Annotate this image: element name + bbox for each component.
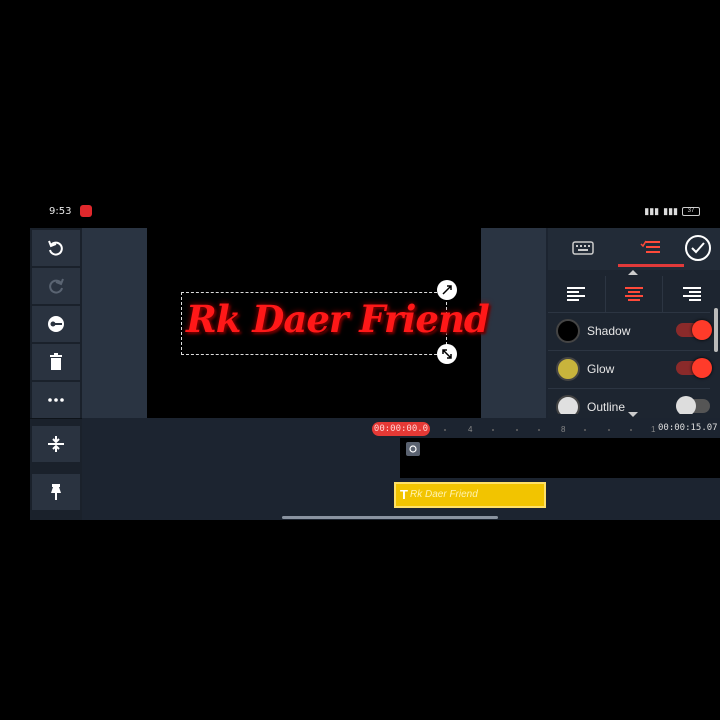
active-tab-indicator <box>618 264 684 267</box>
left-toolbar <box>30 228 82 520</box>
toggle-knob <box>676 396 696 414</box>
wifi-icon: ▮▮▮ <box>644 206 660 216</box>
clip-label: Rk Daer Friend <box>410 489 478 500</box>
track-thumbnail-icon <box>406 442 420 456</box>
tick-label: 1 <box>651 425 656 434</box>
tick-dot <box>538 429 540 431</box>
keyboard-icon <box>572 241 594 255</box>
layers-adjust-icon <box>48 436 64 452</box>
option-label: Shadow <box>587 324 631 338</box>
align-left-icon <box>567 287 586 301</box>
preview-canvas[interactable]: Rk Daer Friend <box>147 228 490 418</box>
rotate-icon <box>442 285 452 295</box>
option-label: Glow <box>587 362 615 376</box>
option-outline[interactable]: Outline <box>548 388 710 414</box>
panel-tabs <box>548 228 720 270</box>
text-clip-icon: T <box>400 487 408 502</box>
shadow-color-swatch[interactable] <box>556 319 580 343</box>
option-label: Outline <box>587 400 626 414</box>
align-center-icon <box>625 287 643 301</box>
status-icons: ▮▮▮ ▮▮▮ 37 <box>644 206 700 217</box>
panel-scrollbar[interactable] <box>714 308 718 352</box>
recording-icon <box>80 205 92 217</box>
undo-icon <box>48 240 63 256</box>
confirm-button[interactable] <box>685 235 711 261</box>
pin-icon <box>51 484 61 500</box>
tick-dot <box>630 429 632 431</box>
tab-keyboard[interactable] <box>548 228 618 268</box>
toggle-knob <box>692 320 712 340</box>
tick-dot <box>584 429 586 431</box>
title-text[interactable]: Rk Daer Friend <box>186 297 490 341</box>
video-editor: Rk Daer Friend Shadow Glow Outline 00:00… <box>30 228 720 520</box>
tick-dot <box>444 429 446 431</box>
align-left-button[interactable] <box>548 276 606 312</box>
signal-icon: ▮▮▮ <box>663 206 678 216</box>
key-icon <box>48 316 64 332</box>
align-right-button[interactable] <box>663 276 720 312</box>
status-time: 9:53 <box>49 206 72 217</box>
align-right-icon <box>682 287 701 301</box>
text-layer-selection[interactable]: Rk Daer Friend <box>181 292 490 355</box>
undo-button[interactable] <box>32 230 80 266</box>
outline-toggle[interactable] <box>676 396 710 414</box>
scroll-down-icon <box>628 412 638 417</box>
preview-area: Rk Daer Friend <box>82 228 546 418</box>
scroll-up-icon <box>628 270 638 275</box>
more-button[interactable] <box>32 382 80 418</box>
tick-dot <box>516 429 518 431</box>
resize-icon <box>442 349 452 359</box>
current-time-badge[interactable]: 00:00:00.0 <box>372 422 430 436</box>
text-style-icon <box>640 240 660 253</box>
keyframe-button[interactable] <box>32 306 80 342</box>
outline-color-swatch[interactable] <box>556 395 580 414</box>
redo-icon <box>49 278 64 294</box>
tick-label: 4 <box>468 425 473 434</box>
layer-adjust-button[interactable] <box>32 426 80 462</box>
shadow-toggle[interactable] <box>676 320 712 340</box>
delete-button[interactable] <box>32 344 80 380</box>
status-bar: 9:53 ▮▮▮ ▮▮▮ 37 <box>30 202 720 222</box>
text-options-panel: Shadow Glow Outline <box>548 228 720 418</box>
option-glow[interactable]: Glow <box>548 350 712 386</box>
trash-icon <box>50 353 62 370</box>
rotate-handle[interactable] <box>437 280 457 300</box>
glow-toggle[interactable] <box>676 358 712 378</box>
check-icon <box>691 242 705 254</box>
text-clip[interactable]: T Rk Daer Friend <box>394 482 546 508</box>
tick-label: 8 <box>561 425 566 434</box>
option-shadow[interactable]: Shadow <box>548 312 712 348</box>
timeline-scrollbar[interactable] <box>282 516 498 519</box>
image-icon <box>409 445 417 453</box>
redo-button[interactable] <box>32 268 80 304</box>
tick-dot <box>492 429 494 431</box>
tab-text-style[interactable] <box>618 228 684 268</box>
toggle-knob <box>692 358 712 378</box>
resize-handle[interactable] <box>437 344 457 364</box>
battery-icon: 37 <box>682 207 700 216</box>
alignment-row <box>548 276 720 312</box>
tick-dot <box>608 429 610 431</box>
glow-color-swatch[interactable] <box>556 357 580 381</box>
timeline[interactable]: 00:00:00.0 4 8 1 00:00:15.07 T Rk Daer F… <box>82 418 720 520</box>
align-center-button[interactable] <box>606 276 664 312</box>
end-time: 00:00:15.07 <box>658 423 718 433</box>
video-track[interactable] <box>400 438 720 478</box>
more-icon <box>48 398 64 402</box>
pin-button[interactable] <box>32 474 80 510</box>
